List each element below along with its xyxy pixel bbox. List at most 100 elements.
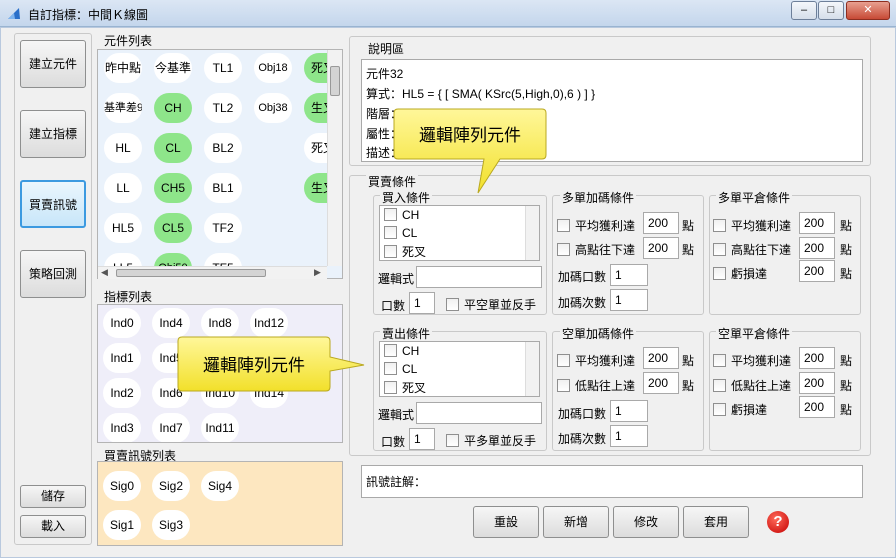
short-add-low-rebound-input[interactable]: 200: [643, 372, 679, 394]
component-chip[interactable]: 今基準: [154, 53, 192, 83]
component-chip[interactable]: CL: [154, 133, 192, 163]
sell-reverse-checkbox[interactable]: 平多單並反手: [446, 432, 536, 449]
signal-chip[interactable]: Sig3: [152, 510, 190, 540]
long-close-avg-profit-input[interactable]: 200: [799, 212, 835, 234]
signal-chip[interactable]: Sig2: [152, 471, 190, 501]
component-chip[interactable]: CH5: [154, 173, 192, 203]
list-scrollbar[interactable]: [525, 206, 539, 260]
component-chip[interactable]: BL2: [204, 133, 242, 163]
indicator-chip[interactable]: Ind8: [201, 308, 239, 338]
long-close-high-pullback-checkbox[interactable]: 高點往下達: [713, 241, 791, 258]
short-close-low-rebound-checkbox[interactable]: 低點往上達: [713, 377, 791, 394]
component-chip[interactable]: TF2: [204, 213, 242, 243]
backtest-button[interactable]: 策略回測: [20, 250, 86, 298]
short-close-loss-input[interactable]: 200: [799, 396, 835, 418]
scroll-right-icon[interactable]: ▶: [314, 267, 321, 278]
component-chip[interactable]: CH: [154, 93, 192, 123]
signal-chip[interactable]: Sig0: [103, 471, 141, 501]
checkbox[interactable]: [713, 267, 726, 280]
checkbox[interactable]: [384, 362, 397, 375]
component-chip[interactable]: TL1: [204, 53, 242, 83]
component-chip[interactable]: Obj38: [254, 93, 292, 123]
checkbox[interactable]: [557, 219, 570, 232]
checkbox[interactable]: [384, 226, 397, 239]
short-close-low-rebound-input[interactable]: 200: [799, 372, 835, 394]
indicator-chip[interactable]: Ind4: [152, 308, 190, 338]
indicator-chip[interactable]: Ind2: [103, 378, 141, 408]
checkbox[interactable]: [446, 434, 459, 447]
long-close-loss-checkbox[interactable]: 虧損達: [713, 265, 767, 282]
indicator-chip[interactable]: Ind7: [152, 413, 190, 442]
checkbox[interactable]: [713, 219, 726, 232]
signal-chip[interactable]: Sig4: [201, 471, 239, 501]
indicator-chip[interactable]: Ind0: [103, 308, 141, 338]
short-add-qty-input[interactable]: 1: [610, 400, 648, 422]
create-indicator-button[interactable]: 建立指標: [20, 110, 86, 158]
checkbox[interactable]: [713, 379, 726, 392]
modify-button[interactable]: 修改: [613, 506, 679, 538]
long-add-high-pullback-input[interactable]: 200: [643, 237, 679, 259]
sell-qty-input[interactable]: 1: [409, 428, 435, 450]
scroll-thumb[interactable]: [116, 269, 266, 277]
component-chip[interactable]: LL: [104, 173, 142, 203]
components-hscrollbar[interactable]: ◀ ▶: [98, 266, 327, 279]
maximize-button[interactable]: □: [818, 1, 844, 20]
list-item[interactable]: 死叉: [384, 379, 426, 396]
indicator-chip[interactable]: Ind3: [103, 413, 141, 442]
checkbox[interactable]: [384, 344, 397, 357]
checkbox[interactable]: [557, 243, 570, 256]
list-item[interactable]: 死叉: [384, 243, 426, 260]
indicator-chip[interactable]: Ind11: [201, 413, 239, 442]
buy-reverse-checkbox[interactable]: 平空單並反手: [446, 296, 536, 313]
create-component-button[interactable]: 建立元件: [20, 40, 86, 88]
long-close-loss-input[interactable]: 200: [799, 260, 835, 282]
sell-logic-input[interactable]: [416, 402, 542, 424]
short-close-avg-profit-input[interactable]: 200: [799, 347, 835, 369]
reset-button[interactable]: 重設: [473, 506, 539, 538]
scroll-thumb[interactable]: [330, 66, 340, 96]
component-chip[interactable]: BL1: [204, 173, 242, 203]
long-close-high-pullback-input[interactable]: 200: [799, 237, 835, 259]
short-close-avg-profit-checkbox[interactable]: 平均獲利達: [713, 352, 791, 369]
long-add-avg-profit-input[interactable]: 200: [643, 212, 679, 234]
add-button[interactable]: 新增: [543, 506, 609, 538]
close-button[interactable]: ✕: [846, 1, 890, 20]
signal-remark-box[interactable]: 訊號註解：: [361, 465, 863, 498]
scroll-left-icon[interactable]: ◀: [101, 267, 108, 278]
list-item[interactable]: CL: [384, 362, 417, 376]
buy-logic-input[interactable]: [416, 266, 542, 288]
sell-items-list[interactable]: CH CL 死叉: [379, 341, 540, 397]
indicator-chip[interactable]: Ind12: [250, 308, 288, 338]
checkbox[interactable]: [713, 354, 726, 367]
component-chip[interactable]: TL2: [204, 93, 242, 123]
checkbox[interactable]: [557, 379, 570, 392]
minimize-button[interactable]: –: [791, 1, 817, 20]
checkbox[interactable]: [557, 354, 570, 367]
checkbox[interactable]: [713, 403, 726, 416]
short-add-avg-profit-input[interactable]: 200: [643, 347, 679, 369]
component-chip[interactable]: HL5: [104, 213, 142, 243]
list-item[interactable]: CH: [384, 208, 419, 222]
long-add-times-input[interactable]: 1: [610, 289, 648, 311]
signal-chip[interactable]: Sig1: [103, 510, 141, 540]
checkbox[interactable]: [446, 298, 459, 311]
long-close-avg-profit-checkbox[interactable]: 平均獲利達: [713, 217, 791, 234]
buy-items-list[interactable]: CH CL 死叉: [379, 205, 540, 261]
component-chip[interactable]: HL: [104, 133, 142, 163]
checkbox[interactable]: [384, 208, 397, 221]
long-add-high-pullback-checkbox[interactable]: 高點往下達: [557, 241, 635, 258]
component-chip[interactable]: 昨中點: [104, 53, 142, 83]
component-chip[interactable]: 基準差90日: [104, 93, 142, 123]
short-add-times-input[interactable]: 1: [610, 425, 648, 447]
component-chip[interactable]: CL5: [154, 213, 192, 243]
list-item[interactable]: CL: [384, 226, 417, 240]
buy-qty-input[interactable]: 1: [409, 292, 435, 314]
checkbox[interactable]: [713, 243, 726, 256]
component-chip[interactable]: Obj18: [254, 53, 292, 83]
long-add-avg-profit-checkbox[interactable]: 平均獲利達: [557, 217, 635, 234]
short-add-low-rebound-checkbox[interactable]: 低點往上達: [557, 377, 635, 394]
indicator-chip[interactable]: Ind1: [103, 343, 141, 373]
list-item[interactable]: CH: [384, 344, 419, 358]
list-scrollbar[interactable]: [525, 342, 539, 396]
short-add-avg-profit-checkbox[interactable]: 平均獲利達: [557, 352, 635, 369]
